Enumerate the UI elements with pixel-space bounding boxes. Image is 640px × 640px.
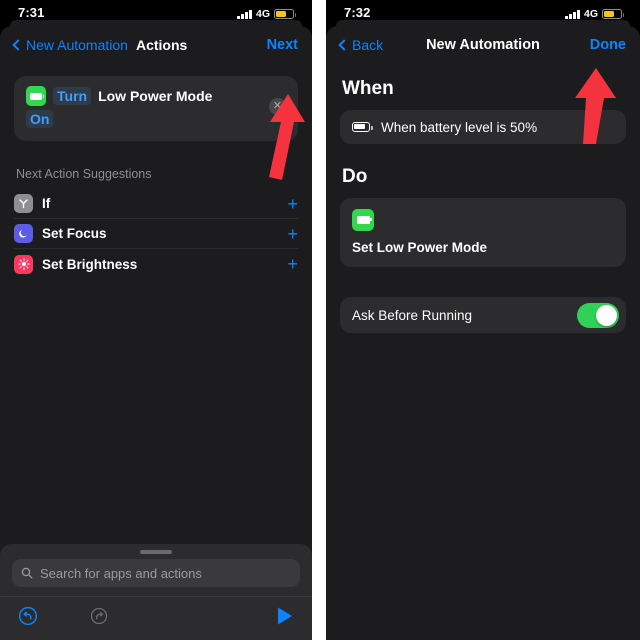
bottom-panel: Search for apps and actions xyxy=(0,544,312,640)
next-button[interactable]: Next xyxy=(267,37,298,53)
chevron-left-icon xyxy=(338,39,350,51)
suggestion-row-set-brightness[interactable]: Set Brightness + xyxy=(14,249,298,279)
redo-icon[interactable] xyxy=(90,607,108,630)
page-title: Actions xyxy=(135,37,188,53)
focus-moon-icon xyxy=(14,224,33,243)
ask-before-running-row[interactable]: Ask Before Running xyxy=(340,297,626,333)
low-power-mode-icon xyxy=(26,86,46,106)
search-input[interactable]: Search for apps and actions xyxy=(12,559,300,587)
close-icon[interactable]: ✕ xyxy=(269,98,286,115)
status-time: 7:32 xyxy=(344,5,371,20)
action-token-state[interactable]: On xyxy=(26,110,54,128)
ask-before-running-label: Ask Before Running xyxy=(352,307,473,323)
battery-icon xyxy=(274,9,296,19)
status-indicators: 4G xyxy=(237,8,296,20)
cellular-signal-icon xyxy=(565,9,580,19)
back-button-label: New Automation xyxy=(26,37,128,53)
action-card-line-1: Turn Low Power Mode xyxy=(26,86,286,106)
action-card-line-2: On xyxy=(26,110,286,129)
toggle-knob xyxy=(596,304,617,326)
back-button[interactable]: Back xyxy=(338,37,384,53)
chevron-left-icon xyxy=(12,39,24,51)
action-card-low-power-mode[interactable]: Turn Low Power Mode On ✕ xyxy=(14,76,298,141)
done-button[interactable]: Done xyxy=(590,37,626,53)
left-content: Turn Low Power Mode On ✕ Next Action Sug… xyxy=(0,76,312,279)
drag-handle[interactable] xyxy=(140,550,172,554)
do-action-card[interactable]: Set Low Power Mode xyxy=(340,198,626,267)
play-icon[interactable] xyxy=(276,606,294,631)
screenshot-root: 7:31 4G New Automation Actions Next Turn… xyxy=(0,0,640,640)
battery-icon xyxy=(602,9,624,19)
when-heading: When xyxy=(342,78,394,99)
trigger-label: When battery level is 50% xyxy=(381,119,538,135)
action-target-label: Low Power Mode xyxy=(98,88,213,104)
right-content: When When battery level is 50% Do Set Lo… xyxy=(326,78,640,333)
back-button[interactable]: New Automation xyxy=(12,37,128,53)
low-power-mode-icon xyxy=(352,209,374,231)
status-indicators: 4G xyxy=(565,8,624,20)
suggestion-row-if[interactable]: If + xyxy=(14,189,298,219)
network-type-label: 4G xyxy=(255,8,270,20)
back-button-label: Back xyxy=(352,37,384,53)
right-phone-screen: 7:32 4G Back New Automation Done When Wh… xyxy=(326,0,640,640)
network-type-label: 4G xyxy=(583,8,598,20)
left-phone-screen: 7:31 4G New Automation Actions Next Turn… xyxy=(0,0,312,640)
left-status-bar: 7:31 4G xyxy=(0,0,312,20)
cellular-signal-icon xyxy=(237,9,252,19)
right-nav-bar: Back New Automation Done xyxy=(326,26,640,64)
add-action-button[interactable]: + xyxy=(287,255,298,273)
if-branch-icon xyxy=(14,194,33,213)
suggestion-label: Set Brightness xyxy=(42,256,138,272)
panel-gap xyxy=(312,0,326,640)
ask-before-running-toggle[interactable] xyxy=(577,302,619,328)
search-placeholder: Search for apps and actions xyxy=(40,565,202,581)
suggestion-label: Set Focus xyxy=(42,226,107,241)
action-token-turn[interactable]: Turn xyxy=(53,87,92,105)
editor-toolbar xyxy=(0,596,312,640)
add-action-button[interactable]: + xyxy=(287,225,298,243)
do-heading: Do xyxy=(342,166,368,187)
trigger-row-battery-level[interactable]: When battery level is 50% xyxy=(340,110,626,144)
right-sheet: Back New Automation Done When When batte… xyxy=(326,26,640,640)
status-time: 7:31 xyxy=(18,5,45,20)
do-action-label: Set Low Power Mode xyxy=(352,240,488,255)
left-sheet: New Automation Actions Next Turn Low Pow… xyxy=(0,26,312,640)
left-nav-bar: New Automation Actions Next xyxy=(0,26,312,64)
right-status-bar: 7:32 4G xyxy=(326,0,640,20)
battery-icon xyxy=(352,122,373,132)
search-icon xyxy=(21,567,33,579)
suggestions-header: Next Action Suggestions xyxy=(16,167,152,181)
add-action-button[interactable]: + xyxy=(287,195,298,213)
brightness-sun-icon xyxy=(14,254,33,274)
suggestion-label: If xyxy=(42,196,51,211)
undo-icon[interactable] xyxy=(18,606,38,631)
suggestion-row-set-focus[interactable]: Set Focus + xyxy=(14,219,298,249)
